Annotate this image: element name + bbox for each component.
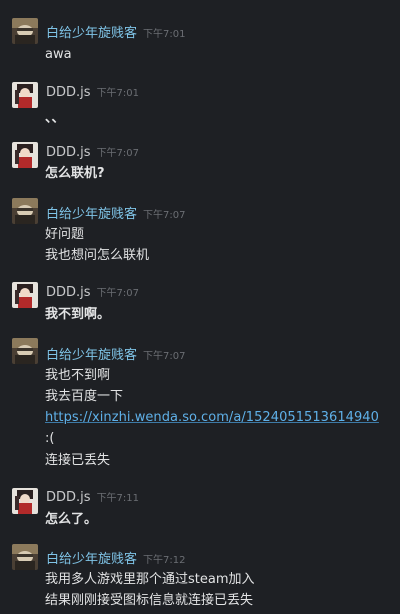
message-text: 我去百度一下 (45, 389, 124, 404)
message-text: :( (45, 431, 55, 446)
sender-name[interactable]: 白给少年旋贱客 (46, 22, 137, 41)
message-text: 我用多人游戏里那个通过steam加入 (45, 572, 255, 587)
message-text: awa (45, 47, 72, 62)
sender-name[interactable]: 白给少年旋贱客 (46, 548, 137, 567)
message-timestamp: 下午7:11 (96, 493, 140, 504)
sender-name[interactable]: DDD.js (46, 145, 91, 160)
sender-name[interactable]: DDD.js (46, 85, 91, 100)
message-timestamp: 下午7:07 (143, 351, 186, 362)
message-timestamp: 下午7:01 (143, 29, 186, 40)
message-timestamp: 下午7:07 (143, 210, 186, 221)
avatar-friend[interactable] (12, 338, 38, 364)
sender-name[interactable]: 白给少年旋贱客 (46, 344, 137, 363)
avatar-other[interactable] (12, 282, 38, 308)
message-timestamp: 下午7:07 (96, 148, 140, 159)
message-timestamp: 下午7:01 (96, 88, 140, 99)
avatar-friend[interactable] (12, 544, 38, 570)
message-text: 、、 (45, 111, 65, 126)
avatar-other[interactable] (12, 488, 38, 514)
sender-name[interactable]: DDD.js (46, 490, 91, 505)
message-text: 我不到啊。 (45, 307, 111, 322)
sender-name[interactable]: DDD.js (46, 285, 91, 300)
message-text: 怎么了。 (45, 512, 98, 527)
avatar-other[interactable] (12, 82, 38, 108)
message-text: 我也想问怎么联机 (45, 248, 150, 263)
avatar-friend[interactable] (12, 18, 38, 44)
message-timestamp: 下午7:12 (143, 555, 186, 566)
message-text: 结果刚刚接受图标信息就连接已丢失 (45, 593, 254, 608)
message-text: 我也不到啊 (45, 368, 111, 383)
message-timestamp: 下午7:07 (96, 288, 140, 299)
avatar-other[interactable] (12, 142, 38, 168)
message-text: 连接已丢失 (45, 453, 111, 468)
chat-log: 白给少年旋贱客 下午7:01 awa DDD.js 下午7:01 、、 DDD.… (0, 0, 400, 614)
message-text: 怎么联机? (45, 166, 105, 181)
message-text: 好问题 (45, 227, 85, 242)
avatar-friend[interactable] (12, 198, 38, 224)
sender-name[interactable]: 白给少年旋贱客 (46, 203, 137, 222)
message-link[interactable]: https://xinzhi.wenda.so.com/a/1524051513… (45, 409, 379, 427)
